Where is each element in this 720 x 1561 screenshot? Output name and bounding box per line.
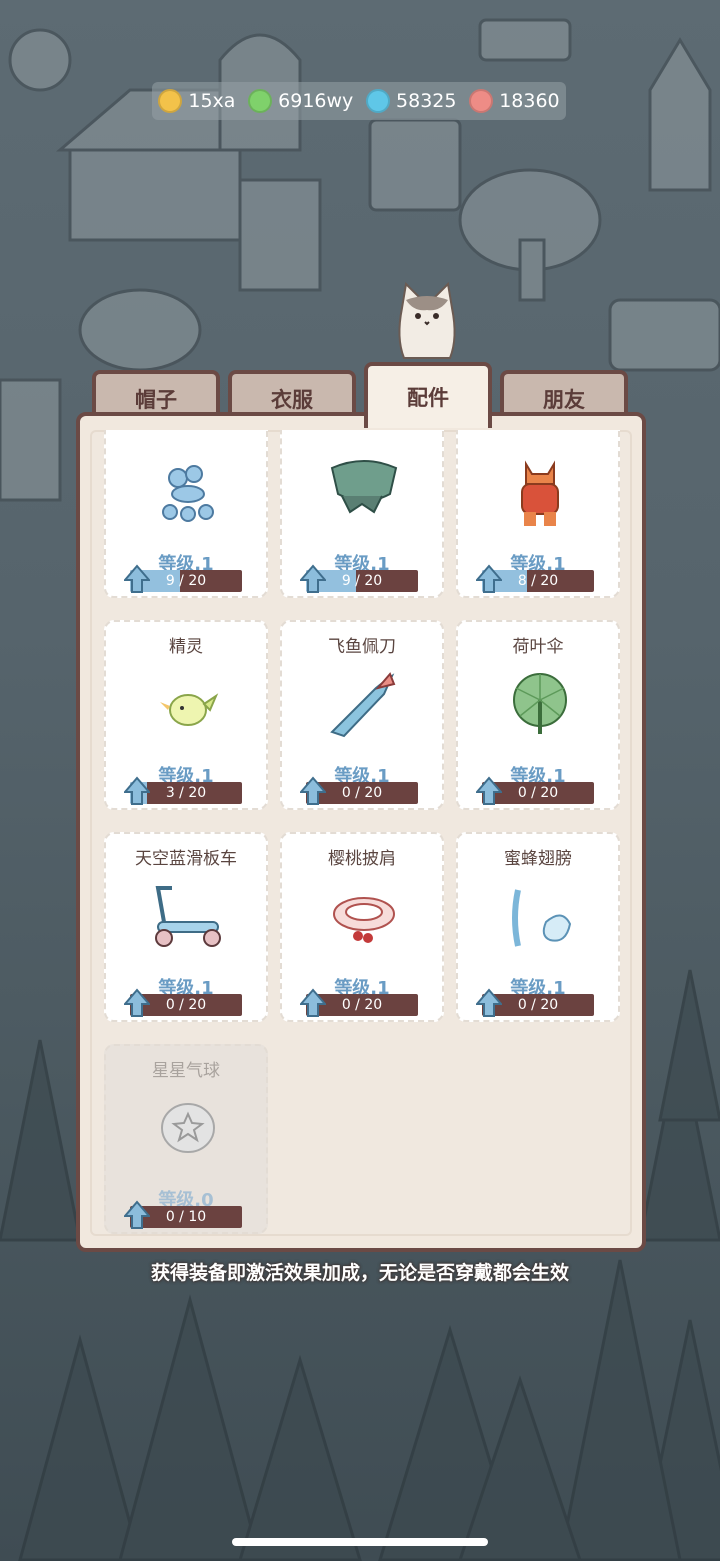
upgrade-arrow-icon[interactable] (124, 564, 150, 594)
currency-bar: 15xa 6916wy 58325 18360 (152, 82, 566, 120)
lotus-leaf-umbrella-icon (513, 673, 567, 734)
item-name: 樱桃披肩 (328, 849, 396, 869)
item-card[interactable]: 樱桃披肩 等级.1 0 / 20 (280, 832, 444, 1022)
footer-note: 获得装备即激活效果加成，无论是否穿戴都会生效 (150, 1262, 569, 1284)
item-card[interactable]: 等级.1 8 / 20 (456, 430, 620, 598)
cherry-shawl-icon (333, 897, 395, 943)
item-card[interactable]: 蜜蜂翅膀 等级.1 0 / 20 (456, 832, 620, 1022)
upgrade-arrow-icon[interactable] (300, 564, 326, 594)
cape-icon (330, 460, 398, 514)
accessory-panel: 等级.1 9 / 20 等级.1 9 / 20 等级.1 8 / 20 精灵 等级.1 3 / … (76, 412, 646, 1252)
currency-yarn[interactable]: 18360 (469, 89, 560, 113)
sprite-bird-icon (160, 693, 219, 726)
yarn-icon (469, 89, 494, 113)
item-grid[interactable]: 等级.1 9 / 20 等级.1 9 / 20 等级.1 8 / 20 精灵 等级.1 3 / … (90, 430, 632, 1236)
tab-2[interactable]: 配件 (364, 362, 492, 428)
item-card[interactable]: 星星气球 等级.0 0 / 10 (104, 1044, 268, 1234)
upgrade-arrow-icon[interactable] (124, 1200, 150, 1230)
home-indicator[interactable] (232, 1538, 488, 1546)
currency-value: 58325 (396, 90, 457, 112)
item-card[interactable]: 荷叶伞 等级.1 0 / 20 (456, 620, 620, 810)
item-card[interactable]: 等级.1 9 / 20 (280, 430, 444, 598)
upgrade-arrow-icon[interactable] (300, 776, 326, 806)
fish-sword-icon (330, 672, 396, 738)
currency-value: 18360 (499, 90, 560, 112)
upgrade-arrow-icon[interactable] (476, 776, 502, 806)
upgrade-arrow-icon[interactable] (300, 988, 326, 1018)
star-balloon-icon (161, 1103, 215, 1153)
currency-lightning[interactable]: 6916wy (248, 89, 353, 113)
item-card[interactable]: 等级.1 9 / 20 (104, 430, 268, 598)
cat-doll-icon (521, 460, 559, 526)
coin-icon (158, 89, 183, 113)
currency-value: 6916wy (278, 90, 354, 112)
currency-value: 15xa (188, 90, 236, 112)
upgrade-arrow-icon[interactable] (476, 988, 502, 1018)
bee-wings-icon (512, 889, 572, 947)
scooter-icon (155, 886, 221, 947)
upgrade-arrow-icon[interactable] (124, 776, 150, 806)
item-card[interactable]: 精灵 等级.1 3 / 20 (104, 620, 268, 810)
diamond-icon (366, 89, 391, 113)
item-card[interactable]: 天空蓝滑板车 等级.1 0 / 20 (104, 832, 268, 1022)
item-name: 飞鱼佩刀 (328, 637, 396, 657)
item-name: 蜜蜂翅膀 (504, 849, 572, 869)
upgrade-arrow-icon[interactable] (476, 564, 502, 594)
item-name: 星星气球 (152, 1061, 220, 1081)
currency-diamond[interactable]: 58325 (366, 89, 456, 113)
cat-character[interactable] (392, 278, 462, 364)
upgrade-arrow-icon[interactable] (124, 988, 150, 1018)
currency-coin[interactable]: 15xa (158, 89, 235, 113)
item-name: 精灵 (169, 637, 203, 657)
item-card[interactable]: 飞鱼佩刀 等级.1 0 / 20 (280, 620, 444, 810)
item-name: 荷叶伞 (512, 637, 564, 657)
lightning-icon (248, 89, 273, 113)
balloon-dog-icon (162, 465, 214, 522)
item-name: 天空蓝滑板车 (135, 849, 237, 869)
